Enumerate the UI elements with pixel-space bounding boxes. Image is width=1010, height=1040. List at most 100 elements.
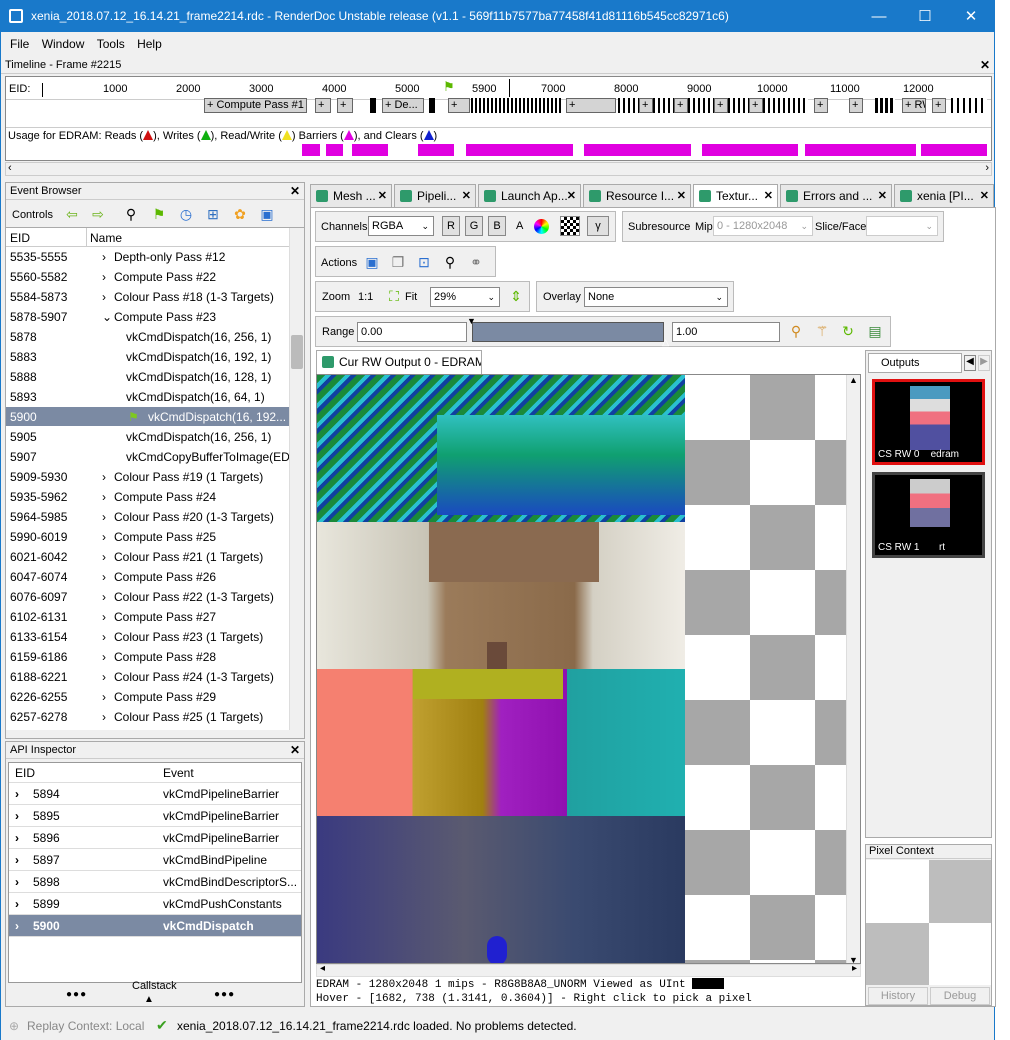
texture-preview[interactable]: ▲ ▼ (316, 374, 861, 964)
tab-close-icon[interactable]: ✕ (764, 185, 773, 207)
api-table[interactable]: EID Event › 5894 vkCmdPipelineBarrier › 5895… (8, 762, 302, 983)
histogram-icon[interactable]: ▤ (867, 323, 883, 339)
expand-chevron-icon[interactable]: › (15, 787, 19, 801)
timeline-block[interactable]: + Compute Pass #1 (204, 98, 307, 113)
tab-close-icon[interactable]: ✕ (980, 185, 989, 207)
timeline-block[interactable]: + (749, 98, 763, 113)
col-name[interactable]: Name (90, 231, 122, 245)
timeline-block[interactable]: + (932, 98, 946, 113)
timeline-hscroll[interactable]: ‹ › (5, 162, 992, 176)
event-row[interactable]: 5905 vkCmdDispatch(16, 256, 1) (6, 427, 304, 447)
expand-chevron-icon[interactable]: › (102, 290, 106, 304)
channel-b-toggle[interactable]: B (488, 216, 506, 236)
event-row[interactable]: 5893 vkCmdDispatch(16, 64, 1) (6, 387, 304, 407)
event-row[interactable]: 5883 vkCmdDispatch(16, 192, 1) (6, 347, 304, 367)
slice-face-select[interactable]: ⌄ (866, 216, 938, 236)
close-button[interactable]: ✕ (948, 1, 994, 32)
api-col-eid[interactable]: EID (15, 766, 35, 780)
mip-select[interactable]: 0 - 1280x2048 ⌄ (713, 216, 813, 236)
fit-button[interactable]: Fit (405, 291, 417, 303)
timeline-block[interactable]: + (448, 98, 470, 113)
timeline-block[interactable]: + RW (902, 98, 926, 113)
back-arrow-icon[interactable]: ⇦ (64, 206, 80, 222)
channel-g-toggle[interactable]: G (465, 216, 483, 236)
timeline-close-icon[interactable]: ✕ (980, 57, 990, 73)
pixel-context-view[interactable] (866, 860, 991, 985)
event-row[interactable]: 6021-6042 › Colour Pass #21 (1 Targets) (6, 547, 304, 567)
event-row[interactable]: 5907 vkCmdCopyBufferToImage(ED (6, 447, 304, 467)
open-in-resource-icon[interactable]: ⊡ (416, 254, 432, 270)
reset-range-icon[interactable]: ↻ (840, 323, 856, 339)
outputs-tab[interactable]: Outputs (868, 353, 962, 373)
event-row[interactable]: 5990-6019 › Compute Pass #25 (6, 527, 304, 547)
tab-close-icon[interactable]: ✕ (677, 185, 686, 207)
menu-tools[interactable]: Tools (97, 37, 125, 51)
preview-vscroll[interactable]: ▲ ▼ (846, 375, 860, 963)
channel-r-toggle[interactable]: R (442, 216, 460, 236)
forward-arrow-icon[interactable]: ⇨ (90, 206, 106, 222)
tab-errors[interactable]: Errors and ... ✕ (780, 184, 892, 207)
save-texture-icon[interactable]: ▣ (364, 254, 380, 270)
channel-a-toggle[interactable]: A (516, 220, 523, 232)
output-thumbnail-1[interactable]: CS RW 1 rt (872, 472, 985, 558)
event-row[interactable]: 5878 vkCmdDispatch(16, 256, 1) (6, 327, 304, 347)
callstack-arrow-icon[interactable]: ▲ (144, 994, 154, 1005)
event-tree-scrollbar[interactable] (289, 228, 304, 730)
expand-chevron-icon[interactable]: › (15, 875, 19, 889)
expand-chevron-icon[interactable]: › (102, 690, 106, 704)
expand-chevron-icon[interactable]: › (102, 510, 106, 524)
export-icon[interactable]: ⊞ (205, 206, 221, 222)
channels-select[interactable]: RGBA ⌄ (368, 216, 434, 236)
timeline-block[interactable]: + (714, 98, 728, 113)
event-row[interactable]: 5888 vkCmdDispatch(16, 128, 1) (6, 367, 304, 387)
expand-chevron-icon[interactable]: › (102, 530, 106, 544)
tab-scroll-right-icon[interactable]: ▶ (978, 355, 990, 371)
event-row[interactable]: 6102-6131 › Compute Pass #27 (6, 607, 304, 627)
expand-chevron-icon[interactable]: › (15, 809, 19, 823)
event-row[interactable]: 5560-5582 › Compute Pass #22 (6, 267, 304, 287)
color-wheel-icon[interactable] (534, 219, 549, 234)
event-row[interactable]: 6076-6097 › Colour Pass #22 (1-3 Targets) (6, 587, 304, 607)
event-row[interactable]: 6226-6255 › Compute Pass #29 (6, 687, 304, 707)
flip-vertical-icon[interactable]: ⇕ (508, 288, 524, 304)
timeline-block[interactable]: + (639, 98, 653, 113)
event-browser-close-icon[interactable]: ✕ (290, 183, 300, 199)
api-row[interactable]: › 5894 vkCmdPipelineBarrier (9, 783, 301, 805)
api-row[interactable]: › 5896 vkCmdPipelineBarrier (9, 827, 301, 849)
expand-chevron-icon[interactable]: › (102, 270, 106, 284)
tab-close-icon[interactable]: ✕ (462, 185, 471, 207)
event-row[interactable]: 6133-6154 › Colour Pass #23 (1 Targets) (6, 627, 304, 647)
callstack-label[interactable]: Callstack (132, 980, 177, 992)
timeline-block[interactable]: + (674, 98, 688, 113)
zoom-select[interactable]: 29% ⌄ (430, 287, 500, 307)
bookmark-flag-icon[interactable]: ⚑ (151, 206, 167, 222)
col-eid[interactable]: EID (10, 231, 30, 245)
range-min-input[interactable]: 0.00 (357, 322, 467, 342)
find-binoculars-icon[interactable]: ⚲ (123, 206, 139, 222)
timeline-block[interactable]: + (315, 98, 331, 113)
expand-chevron-icon[interactable]: › (15, 853, 19, 867)
event-row[interactable]: 6159-6186 › Compute Pass #28 (6, 647, 304, 667)
expand-chevron-icon[interactable]: › (102, 590, 106, 604)
event-row[interactable]: 6257-6278 › Colour Pass #25 (1 Targets) (6, 707, 304, 727)
menu-help[interactable]: Help (137, 37, 162, 51)
minimize-button[interactable]: — (856, 1, 902, 32)
event-row[interactable]: 5964-5985 › Colour Pass #20 (1-3 Targets) (6, 507, 304, 527)
api-row[interactable]: › 5900 vkCmdDispatch (9, 915, 301, 937)
timeline-block[interactable]: + (849, 98, 863, 113)
timeline-block[interactable]: + (337, 98, 353, 113)
tab-mesh[interactable]: Mesh ... ✕ (310, 184, 392, 207)
range-max-input[interactable]: 1.00 (672, 322, 780, 342)
expand-chevron-icon[interactable]: › (102, 670, 106, 684)
tab-close-icon[interactable]: ✕ (878, 185, 887, 207)
checker-background-icon[interactable] (560, 216, 580, 236)
tab-xenia-pipeline[interactable]: xenia [PI... ✕ (894, 184, 994, 207)
event-row[interactable]: 5900 ⚑ vkCmdDispatch(16, 192... (6, 407, 304, 427)
tab-close-icon[interactable]: ✕ (378, 185, 387, 207)
menu-window[interactable]: Window (42, 37, 85, 51)
event-row[interactable]: 5909-5930 › Colour Pass #19 (1 Targets) (6, 467, 304, 487)
replay-context-label[interactable]: Replay Context: Local (27, 1019, 144, 1033)
api-inspector-close-icon[interactable]: ✕ (290, 742, 300, 758)
api-col-event[interactable]: Event (163, 766, 194, 780)
timeline-block[interactable]: + (814, 98, 828, 113)
